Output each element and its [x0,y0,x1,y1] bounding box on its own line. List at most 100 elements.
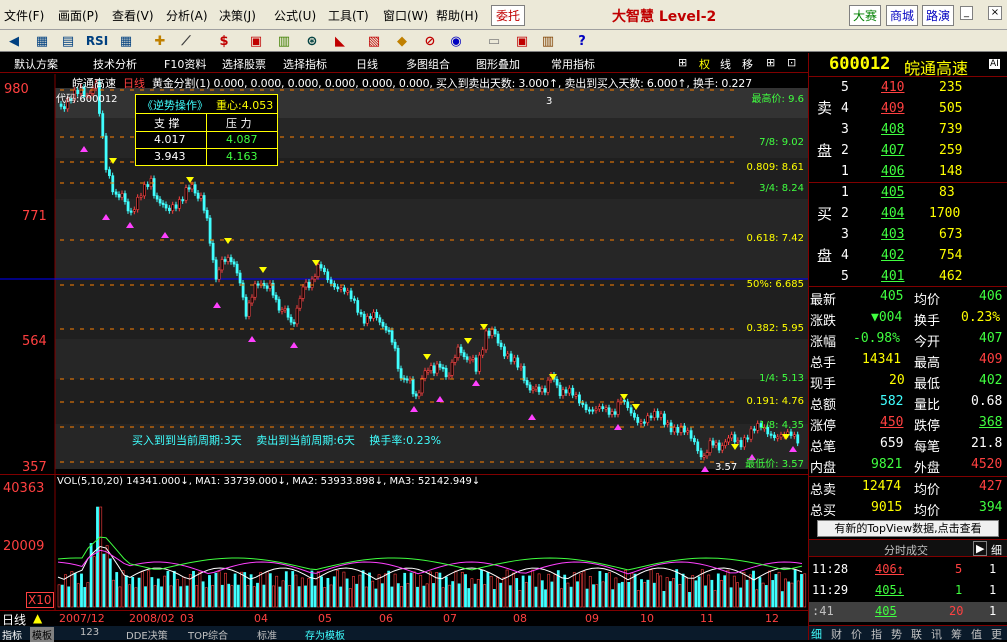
volume-bar [636,590,640,608]
menu-help[interactable]: 帮助(H) [436,7,478,24]
volume-bar [227,583,231,608]
volume-bar [627,582,631,608]
candle [414,393,418,397]
buy-level-5[interactable]: 5 401 462 [809,267,1007,288]
buy-level-2[interactable]: 2 404 1700 [809,204,1007,225]
fn-overlay[interactable]: 图形叠加 [476,56,520,72]
menu-screen[interactable]: 画面(P) [58,7,99,24]
candle [487,330,491,336]
candle [101,113,105,137]
tab-123[interactable]: 123 [80,627,99,638]
fn-yi[interactable]: 移 [742,56,753,72]
candle [181,199,185,202]
volume-bar [761,582,765,608]
dasai-button[interactable]: 大赛 [849,5,882,26]
shangcheng-button[interactable]: 商城 [886,5,919,26]
candle [323,267,326,273]
diamond-icon[interactable]: ◆ [392,32,412,50]
volume-bar [70,571,74,608]
buy-level-3[interactable]: 3 403 673 [809,225,1007,246]
vol-tick-20009: 20009 [3,539,45,554]
candle [217,269,221,280]
menu-window[interactable]: 窗口(W) [383,7,428,24]
ai-badge[interactable]: AI [989,59,1000,69]
fn-xian[interactable]: 线 [720,56,731,72]
close-button[interactable]: × [988,6,1002,20]
buy-level-1[interactable]: 1 405 83 [809,183,1007,204]
candle [178,199,181,209]
back-icon[interactable]: ◀ [4,32,24,50]
up-arrow-icon[interactable]: ▲ [33,611,42,625]
fn-common-indicator[interactable]: 常用指标 [551,56,595,72]
date-label: 04 [254,612,268,625]
binoculars-icon[interactable]: ⊛ [302,32,322,50]
fn-select-indicator[interactable]: 选择指标 [283,56,327,72]
reverse-op-panel: 《逆势操作》 重心:4.053 支 撑 压 力 4.017 4.087 3.94… [135,94,278,166]
menu-tools[interactable]: 工具(T) [328,7,369,24]
globe-icon[interactable]: ◉ [446,32,466,50]
sell-level-3[interactable]: 3 408 739 [809,120,1007,141]
signal-icon[interactable]: ▣ [246,32,266,50]
volume-bar [480,569,483,608]
topview-button[interactable]: 有新的TopView数据,点击查看 [817,520,999,537]
trades-detail-button[interactable]: 细 [991,542,1002,558]
no-icon[interactable]: ⊘ [420,32,440,50]
help-icon[interactable]: ? [572,32,592,50]
ruler-icon[interactable]: ⟋ [176,32,196,50]
menu-formula[interactable]: 公式(U) [274,7,316,24]
right-tabs: 细 财 价 指 势 联 讯 筹 值 更 [809,625,1007,641]
grid-icon[interactable]: ▦ [116,32,136,50]
window-icon[interactable]: ▣ [512,32,532,50]
rsi-icon[interactable]: RSI [84,32,110,50]
weituo-button[interactable]: 委托 [491,5,526,26]
menu-analysis[interactable]: 分析(A) [166,7,208,24]
plus-icon[interactable]: ⊞ [678,56,687,69]
note-icon[interactable]: ▧ [364,32,384,50]
sell-level-1[interactable]: 1 406 148 [809,162,1007,183]
clipboard-icon[interactable]: ▭ [484,32,504,50]
fn-select-stock[interactable]: 选择股票 [222,56,266,72]
volume-bar [560,588,563,608]
stat-row-amount: 总额 582 量比 0.68 [810,394,1003,413]
volume-bar [361,570,365,608]
buy-level-4[interactable]: 4 402 754 [809,246,1007,267]
kline-chart[interactable]: 皖通高速 日线 黄金分割(1) 0.000, 0.000, 0.000, 0.0… [0,74,808,475]
dollar-icon[interactable]: $ [214,32,234,50]
fn-default-scheme[interactable]: 默认方案 [14,56,58,72]
fn-quan[interactable]: 权 [699,56,710,72]
volume-bar [304,585,307,608]
fn-f10[interactable]: F10资料 [164,56,206,72]
volume-chart[interactable]: VOL(5,10,20) 14341.000↓, MA1: 33739.000↓… [0,474,808,611]
trades-play-icon[interactable]: ▶ [973,541,988,556]
sell-level-5[interactable]: 5 410 235 [809,78,1007,99]
volume-bar [656,573,659,608]
fn-tech-analysis[interactable]: 技术分析 [93,56,137,72]
minimize-button[interactable]: _ [960,6,973,20]
books-icon[interactable]: ▥ [538,32,558,50]
grid-small-icon[interactable]: ⊞ [766,56,775,69]
luyan-button[interactable]: 路演 [922,5,955,26]
kline-icon[interactable]: ▦ [32,32,52,50]
table-icon[interactable]: ▤ [58,32,78,50]
volume-bar [451,581,455,608]
filter-icon[interactable]: ▥ [274,32,294,50]
fn-daily[interactable]: 日线 [356,56,378,72]
expand-icon[interactable]: ⊡ [787,56,796,69]
crosshair-icon[interactable]: ✚ [150,32,170,50]
volume-bar [220,584,224,608]
volume-bar [508,585,512,608]
fn-multi-chart[interactable]: 多图组合 [406,56,450,72]
volume-bar [598,571,602,608]
fib-label-0191: 0.191: 4.76 [746,396,804,407]
menu-view[interactable]: 查看(V) [112,7,154,24]
menu-decision[interactable]: 决策(J) [219,7,256,24]
megaphone-icon[interactable]: ◣ [330,32,350,50]
date-label: 03 [180,612,194,625]
menu-file[interactable]: 文件(F) [4,7,44,24]
sell-level-2[interactable]: 2 407 259 [809,141,1007,162]
candle [447,374,451,378]
sell-level-4[interactable]: 4 409 505 [809,99,1007,120]
volume-bar [355,583,359,608]
candle [139,195,143,198]
volume-bar [467,588,471,608]
